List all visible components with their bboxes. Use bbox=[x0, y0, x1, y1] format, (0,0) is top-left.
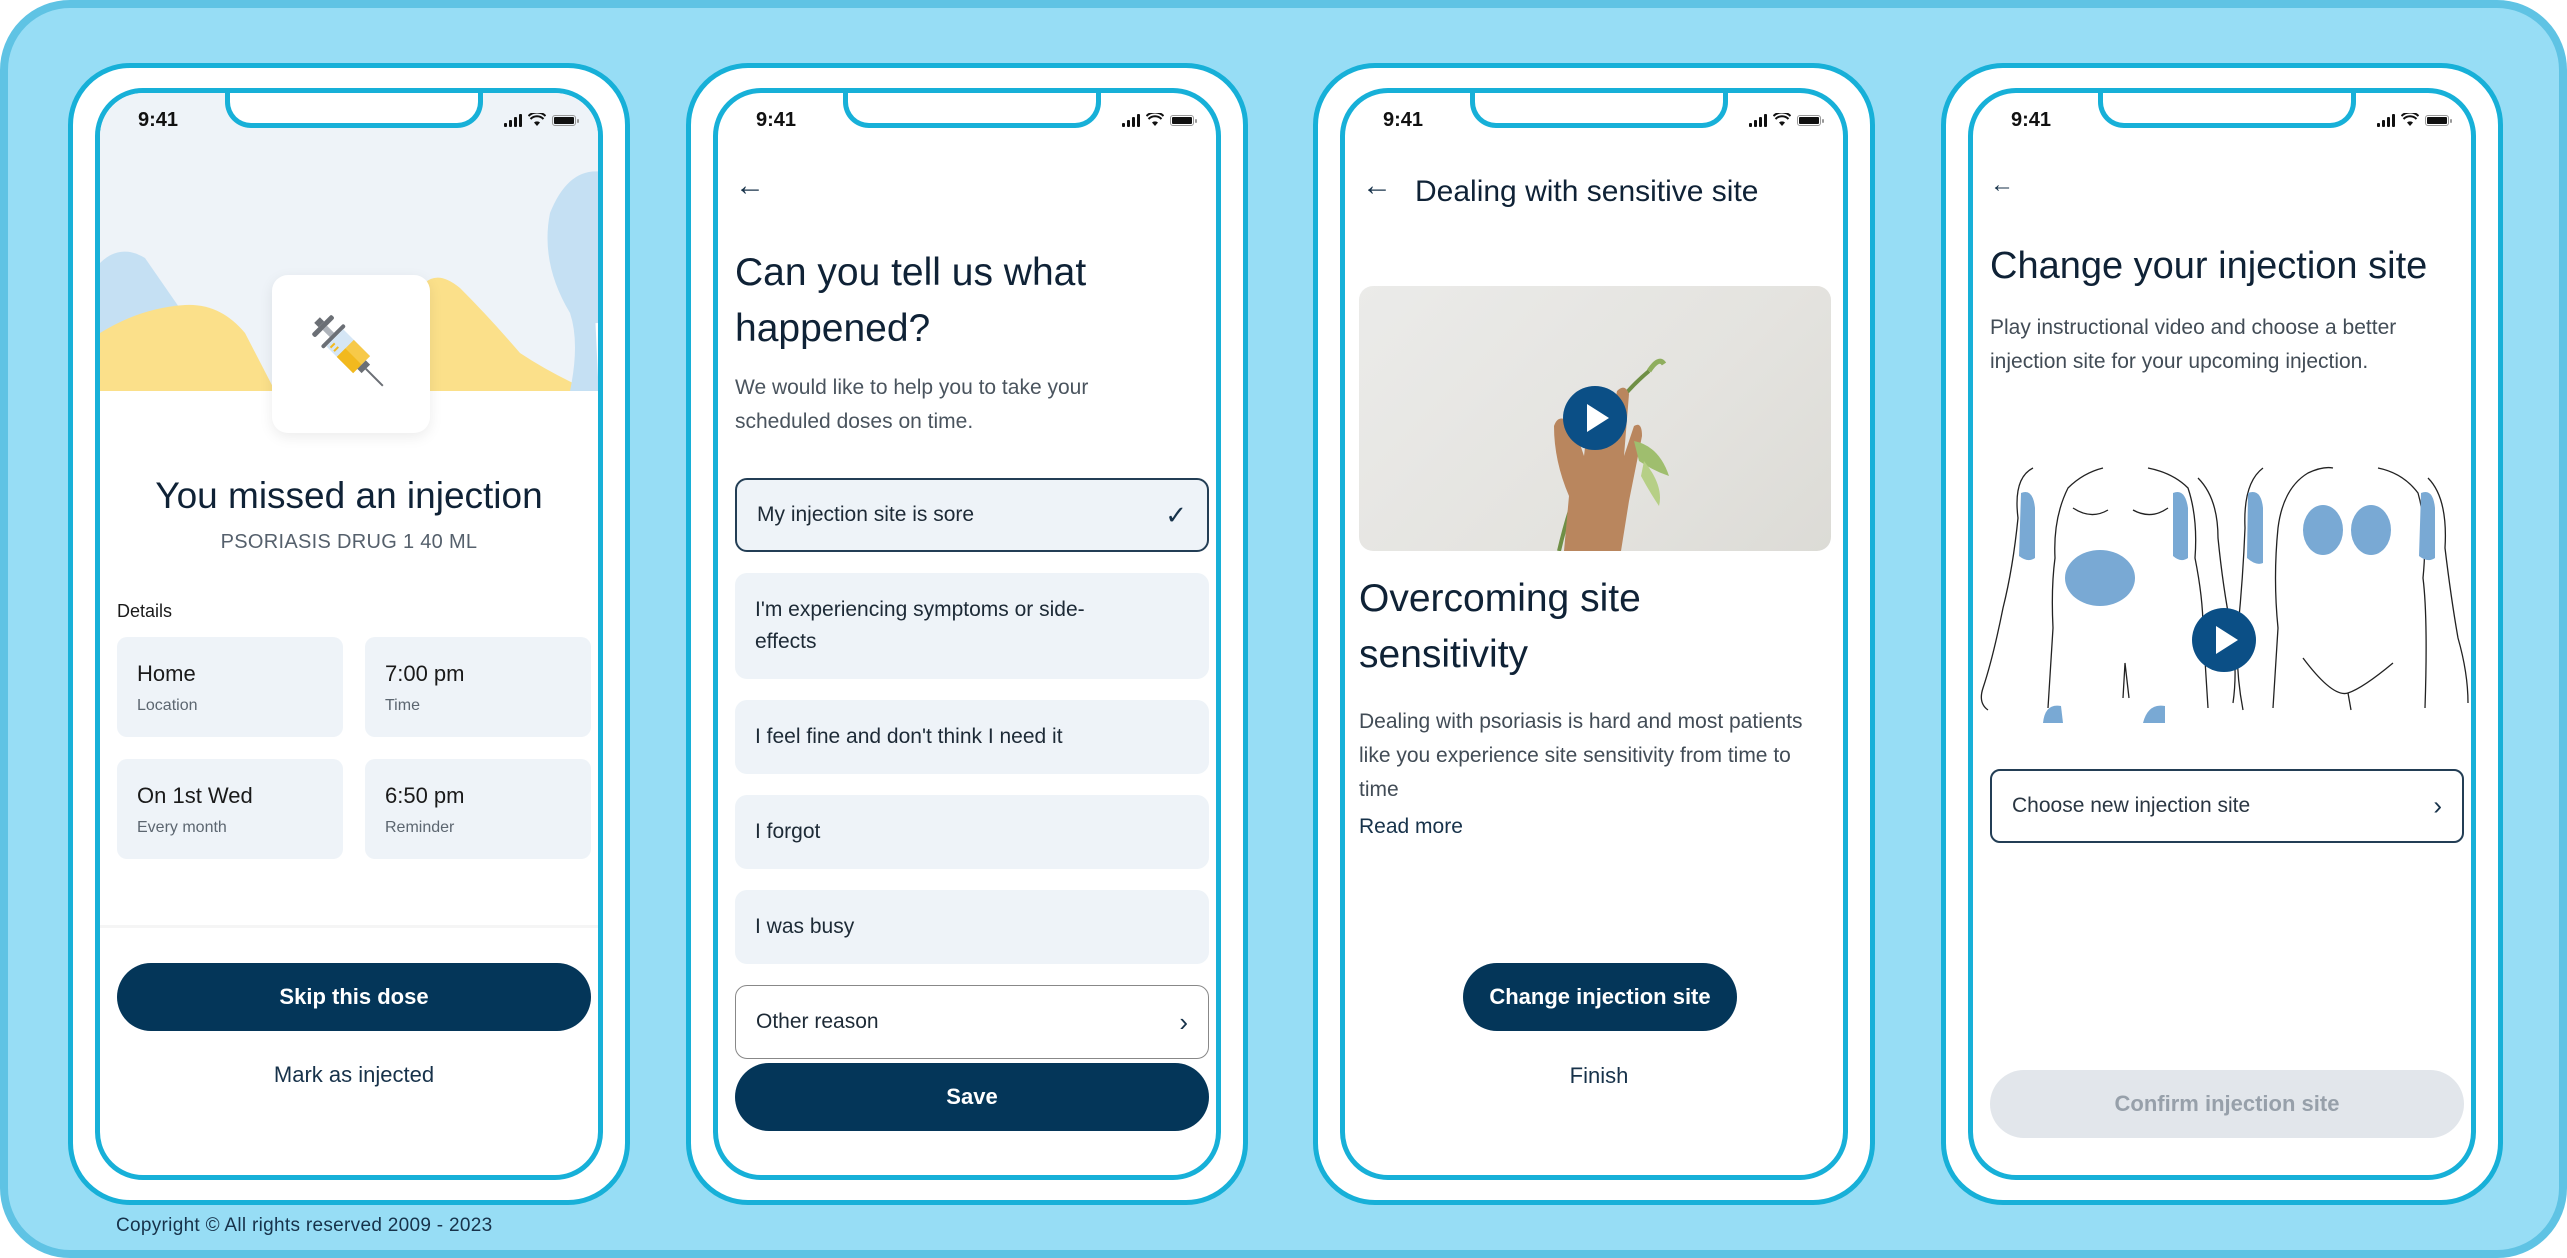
play-icon[interactable] bbox=[2192, 608, 2256, 672]
wifi-icon bbox=[1146, 113, 1164, 126]
screen-missed-injection: You missed an injection PSORIASIS DRUG 1… bbox=[95, 88, 603, 1180]
page-subtitle: We would like to help you to take your s… bbox=[735, 376, 1089, 433]
choose-new-site-button[interactable]: Choose new injection site › bbox=[1990, 769, 2464, 843]
other-reason-option[interactable]: Other reason › bbox=[735, 985, 1209, 1059]
article-title: Overcoming site sensitivity bbox=[1359, 577, 1641, 676]
signal-icon bbox=[2377, 113, 2395, 127]
page-title: You missed an injection bbox=[155, 475, 543, 516]
chevron-right-icon: › bbox=[2433, 790, 2442, 821]
confirm-injection-site-button[interactable]: Confirm injection site bbox=[1990, 1070, 2464, 1138]
change-injection-site-button[interactable]: Change injection site bbox=[1463, 963, 1737, 1031]
reason-option[interactable]: I'm experiencing symptoms or side-effect… bbox=[735, 573, 1209, 679]
phone-frame-what-happened: ← Can you tell us what happened? We woul… bbox=[686, 63, 1248, 1205]
wifi-icon bbox=[528, 113, 546, 126]
option-label: I was busy bbox=[755, 915, 855, 938]
canvas-background: You missed an injection PSORIASIS DRUG 1… bbox=[0, 0, 2567, 1258]
phone-frame-sensitive-site: ← Dealing with sensitive site Overcoming… bbox=[1313, 63, 1875, 1205]
detail-value: 6:50 pm bbox=[385, 783, 465, 808]
phone-frame-missed-injection: You missed an injection PSORIASIS DRUG 1… bbox=[68, 63, 630, 1205]
reason-option[interactable]: I was busy bbox=[735, 890, 1209, 964]
notch bbox=[225, 93, 483, 128]
battery-icon bbox=[1797, 114, 1824, 126]
notch bbox=[1470, 93, 1728, 128]
option-label: I feel fine and don't think I need it bbox=[755, 725, 1063, 748]
page-subtitle: Play instructional video and choose a be… bbox=[1990, 316, 2397, 373]
detail-reminder: 6:50 pm Reminder bbox=[365, 759, 591, 859]
copyright-text: Copyright © All rights reserved 2009 - 2… bbox=[116, 1215, 493, 1236]
detail-frequency: On 1st Wed Every month bbox=[117, 759, 343, 859]
play-icon[interactable] bbox=[1563, 386, 1627, 450]
chevron-right-icon: › bbox=[1179, 1007, 1188, 1037]
screen-what-happened: ← Can you tell us what happened? We woul… bbox=[713, 88, 1221, 1180]
article-body: Dealing with psoriasis is hard and most … bbox=[1359, 710, 1803, 801]
wifi-icon bbox=[2401, 113, 2419, 126]
page-header: Dealing with sensitive site bbox=[1415, 175, 1759, 208]
video-thumbnail[interactable] bbox=[1359, 286, 1831, 551]
save-button[interactable]: Save bbox=[735, 1063, 1209, 1131]
battery-icon bbox=[552, 114, 579, 126]
page-title: Can you tell us what happened? bbox=[735, 251, 1087, 350]
checkmark-icon: ✓ bbox=[1165, 500, 1187, 530]
syringe-icon bbox=[312, 315, 384, 387]
status-time: 9:41 bbox=[2011, 109, 2052, 131]
wifi-icon bbox=[1773, 113, 1791, 126]
status-time: 9:41 bbox=[1383, 109, 1424, 131]
read-more-link[interactable]: Read more bbox=[1359, 815, 1463, 839]
phone-frame-change-site: ← Change your injection site Play instru… bbox=[1941, 63, 2503, 1205]
details-label: Details bbox=[117, 601, 173, 621]
signal-icon bbox=[504, 113, 522, 127]
detail-caption: Reminder bbox=[385, 819, 455, 836]
detail-value: 7:00 pm bbox=[385, 661, 465, 686]
status-time: 9:41 bbox=[756, 109, 797, 131]
option-label: I'm experiencing symptoms or side-effect… bbox=[755, 598, 1085, 653]
detail-time: 7:00 pm Time bbox=[365, 637, 591, 737]
body-injection-sites-diagram bbox=[1980, 466, 2469, 723]
skip-dose-button[interactable]: Skip this dose bbox=[117, 963, 591, 1031]
finish-button[interactable]: Finish bbox=[1362, 1056, 1836, 1096]
drug-name: PSORIASIS DRUG 1 40 ML bbox=[220, 531, 478, 553]
signal-icon bbox=[1122, 113, 1140, 127]
screen-change-site: ← Change your injection site Play instru… bbox=[1968, 88, 2476, 1180]
option-label: Other reason bbox=[756, 1010, 879, 1033]
notch bbox=[2098, 93, 2356, 128]
reason-option[interactable]: I forgot bbox=[735, 795, 1209, 869]
arrow-left-icon[interactable]: ← bbox=[1362, 171, 1392, 201]
mark-as-injected-button[interactable]: Mark as injected bbox=[117, 1055, 591, 1095]
battery-icon bbox=[2425, 114, 2452, 126]
reason-option-selected[interactable]: My injection site is sore ✓ bbox=[735, 478, 1209, 552]
status-time: 9:41 bbox=[138, 109, 179, 131]
notch bbox=[843, 93, 1101, 128]
battery-icon bbox=[1170, 114, 1197, 126]
arrow-left-icon[interactable]: ← bbox=[735, 171, 765, 201]
option-label: My injection site is sore bbox=[757, 503, 975, 526]
detail-caption: Time bbox=[385, 697, 420, 714]
arrow-left-icon[interactable]: ← bbox=[1990, 173, 2014, 197]
reason-option[interactable]: I feel fine and don't think I need it bbox=[735, 700, 1209, 774]
page-title: Change your injection site bbox=[1990, 245, 2428, 287]
signal-icon bbox=[1749, 113, 1767, 127]
screen-sensitive-site: ← Dealing with sensitive site Overcoming… bbox=[1340, 88, 1848, 1180]
detail-caption: Every month bbox=[137, 819, 227, 836]
choose-site-label: Choose new injection site bbox=[2012, 794, 2251, 817]
divider bbox=[100, 925, 598, 928]
detail-caption: Location bbox=[137, 697, 198, 714]
detail-value: On 1st Wed bbox=[137, 783, 253, 808]
syringe-card bbox=[272, 275, 430, 433]
detail-location: Home Location bbox=[117, 637, 343, 737]
option-label: I forgot bbox=[755, 820, 821, 843]
detail-value: Home bbox=[137, 661, 196, 686]
